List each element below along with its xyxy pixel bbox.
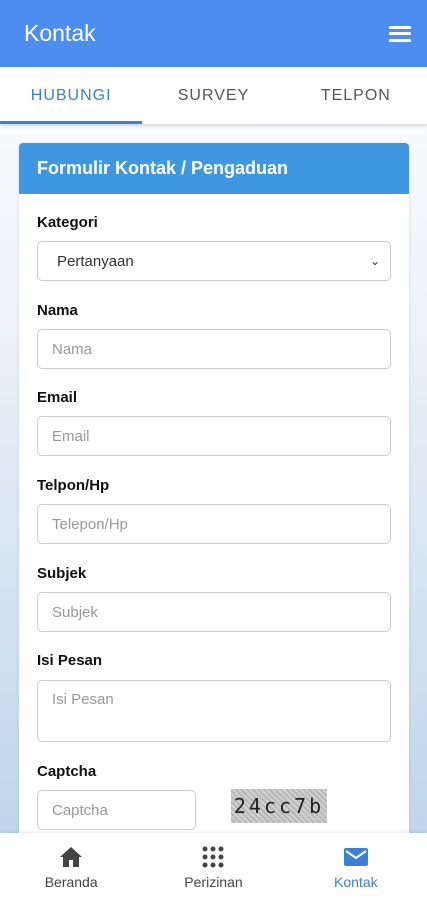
contact-form-card: Formulir Kontak / Pengaduan Kategori Per… xyxy=(19,143,409,883)
tab-hubungi[interactable]: HUBUNGI xyxy=(0,67,143,124)
tab-bar: HUBUNGI SURVEY TELPON xyxy=(0,67,427,124)
hamburger-menu-icon[interactable] xyxy=(389,25,411,42)
page-title: Kontak xyxy=(24,20,96,46)
pesan-textarea[interactable]: Isi Pesan xyxy=(37,680,391,742)
grid-icon xyxy=(202,844,224,870)
home-icon xyxy=(58,844,84,870)
nav-kontak[interactable]: Kontak xyxy=(285,833,427,900)
nama-label: Nama xyxy=(37,302,78,319)
nav-beranda[interactable]: Beranda xyxy=(0,833,142,900)
app-bar: Kontak xyxy=(0,0,427,67)
captcha-image: 24cc7b xyxy=(231,789,327,823)
telpon-label: Telpon/Hp xyxy=(37,477,110,494)
subjek-input[interactable]: Subjek xyxy=(37,592,391,632)
nav-perizinan[interactable]: Perizinan xyxy=(142,833,284,900)
subjek-label: Subjek xyxy=(37,565,87,582)
tab-telpon[interactable]: TELPON xyxy=(285,67,427,124)
telpon-input[interactable]: Telepon/Hp xyxy=(37,504,391,544)
nav-beranda-label: Beranda xyxy=(44,873,98,890)
captcha-input[interactable]: Captcha xyxy=(37,790,196,830)
kategori-select[interactable]: Pertanyaan ⌄ xyxy=(37,241,391,281)
mail-icon xyxy=(343,844,368,870)
chevron-down-icon: ⌄ xyxy=(369,254,380,268)
kategori-value: Pertanyaan xyxy=(57,252,134,270)
email-input[interactable]: Email xyxy=(37,416,391,456)
pesan-label: Isi Pesan xyxy=(37,652,103,669)
tab-survey[interactable]: SURVEY xyxy=(142,67,284,124)
kategori-label: Kategori xyxy=(37,214,98,231)
bottom-nav: Beranda Perizinan Kontak xyxy=(0,833,427,900)
nav-kontak-label: Kontak xyxy=(334,873,378,890)
form-title: Formulir Kontak / Pengaduan xyxy=(19,143,409,194)
captcha-label: Captcha xyxy=(37,763,97,780)
email-label: Email xyxy=(37,389,78,406)
nav-perizinan-label: Perizinan xyxy=(184,873,243,890)
nama-input[interactable]: Nama xyxy=(37,329,391,369)
